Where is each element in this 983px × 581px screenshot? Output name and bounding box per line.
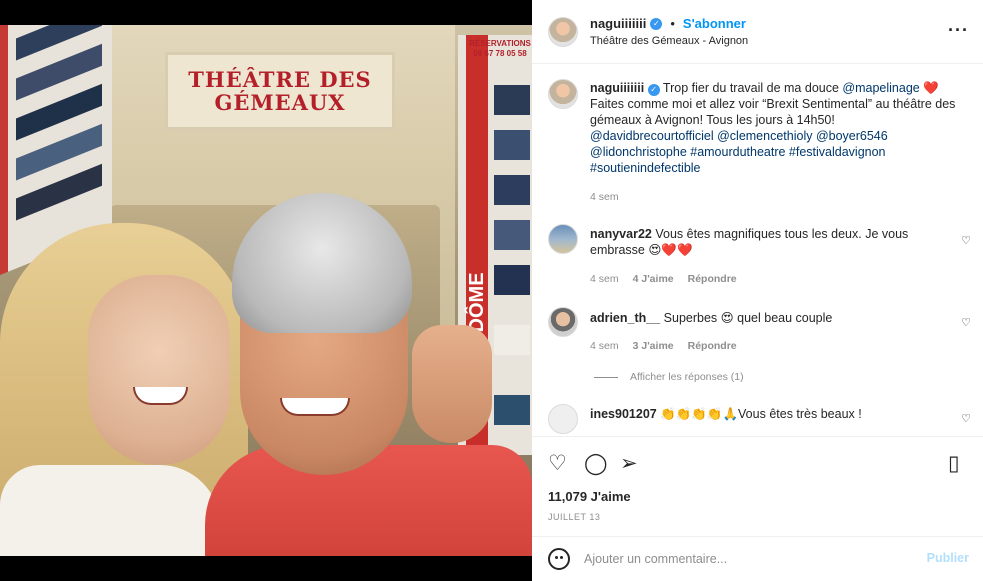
post-side-panel: naguiiiiiii ✓ • S'abonner Théâtre des Gé… — [532, 0, 983, 581]
resa-phone: 09 67 78 05 58 — [473, 49, 527, 59]
comment-meta: 4 sem 3 J'aime Répondre — [590, 340, 737, 352]
author-line: naguiiiiiii ✓ • S'abonner — [590, 16, 746, 31]
theatre-sign: THÉÂTRE DES GÉMEAUX — [165, 52, 395, 130]
emoji-icon[interactable] — [548, 548, 570, 570]
poster — [494, 395, 530, 425]
comment-username[interactable]: adrien_th__ — [590, 311, 660, 325]
like-heart-icon[interactable]: ♡ — [548, 451, 567, 476]
caption-time: 4 sem — [590, 191, 619, 203]
verified-badge-icon: ✓ — [650, 17, 663, 30]
caption-avatar[interactable] — [548, 79, 578, 109]
location-link[interactable]: Théâtre des Gémeaux - Avignon — [590, 35, 748, 47]
like-comment-heart-icon[interactable]: ♡ — [961, 412, 971, 425]
reply-button[interactable]: Répondre — [688, 340, 737, 352]
poster — [494, 175, 530, 205]
caption-tags[interactable]: @davidbrecourtofficiel @clemencethioly @… — [590, 129, 888, 175]
post-actions: ♡ ◯ ➢ ▯ 11,079 J'aime JUILLET 13 — [532, 436, 983, 536]
like-comment-heart-icon[interactable]: ♡ — [961, 316, 971, 329]
comment-input[interactable] — [584, 549, 904, 569]
woman-face — [88, 275, 230, 465]
caption-text: naguiiiiiii ✓ Trop fier du travail de ma… — [590, 80, 960, 176]
comment-username[interactable]: ines901207 — [590, 407, 657, 421]
post-photo[interactable]: THÉÂTRE DESGÉMEAUX LE DU DÔME RÉSERVATIO… — [0, 25, 532, 556]
woman-top — [0, 465, 220, 556]
comment-icon[interactable]: ◯ — [584, 451, 608, 476]
sign-line-2: GÉMEAUX — [214, 90, 346, 115]
caption-text-before: Trop fier du travail de ma douce — [662, 81, 843, 95]
comment-time: 4 sem — [590, 273, 619, 285]
comment-avatar[interactable] — [548, 307, 578, 337]
verified-badge-icon: ✓ — [647, 84, 660, 96]
caption-mention[interactable]: @mapelinage — [842, 81, 919, 95]
follow-button[interactable]: S'abonner — [683, 16, 746, 31]
comment-avatar[interactable] — [548, 404, 578, 434]
replies-line — [594, 376, 618, 378]
add-comment-bar: Publier — [532, 536, 983, 581]
poster — [494, 325, 530, 355]
thumbs-up-hand — [412, 325, 492, 443]
sign-line-1: THÉÂTRE DES — [188, 66, 372, 92]
heart-emoji-icon: ❤️ — [923, 81, 939, 95]
caption-meta: 4 sem — [590, 191, 619, 203]
comment-body: 👏👏👏👏🙏Vous êtes très beaux ! — [660, 407, 862, 421]
poster — [494, 85, 530, 115]
reply-button[interactable]: Répondre — [688, 273, 737, 285]
post-date[interactable]: JUILLET 13 — [548, 512, 600, 522]
separator-dot: • — [670, 16, 675, 31]
author-avatar[interactable] — [548, 17, 578, 47]
comments-list[interactable]: naguiiiiiii ✓ Trop fier du travail de ma… — [532, 64, 983, 436]
like-comment-heart-icon[interactable]: ♡ — [961, 234, 971, 247]
share-icon[interactable]: ➢ — [620, 451, 638, 476]
comment-likes[interactable]: 3 J'aime — [633, 340, 674, 352]
comment-avatar[interactable] — [548, 224, 578, 254]
man-smile — [280, 398, 350, 416]
view-replies-button[interactable]: Afficher les réponses (1) — [594, 371, 744, 383]
author-username[interactable]: naguiiiiiii — [590, 16, 646, 31]
poster — [494, 220, 530, 250]
view-replies-label[interactable]: Afficher les réponses (1) — [630, 371, 744, 383]
comment-text: adrien_th__ Superbes 😍 quel beau couple — [590, 310, 960, 326]
woman-smile — [133, 387, 188, 405]
caption-main: Faites comme moi et allez voir “Brexit S… — [590, 97, 956, 127]
poster — [494, 265, 530, 295]
resa-label: RÉSERVATIONS — [469, 39, 531, 48]
post-comment-button[interactable]: Publier — [927, 551, 969, 565]
comment-text: nanyvar22 Vous êtes magnifiques tous les… — [590, 226, 930, 258]
more-options-icon[interactable]: ··· — [948, 20, 969, 41]
comment-username[interactable]: nanyvar22 — [590, 227, 652, 241]
poster — [494, 130, 530, 160]
caption-username[interactable]: naguiiiiiii — [590, 81, 644, 95]
comment-time: 4 sem — [590, 340, 619, 352]
reservation-banner: RÉSERVATIONS 09 67 78 05 58 — [468, 39, 532, 60]
comment-text: ines901207 👏👏👏👏🙏Vous êtes très beaux ! — [590, 406, 960, 422]
post-modal: THÉÂTRE DESGÉMEAUX LE DU DÔME RÉSERVATIO… — [0, 0, 983, 581]
likes-count[interactable]: 11,079 J'aime — [548, 489, 631, 504]
comment-body: Superbes 😍 quel beau couple — [663, 311, 833, 325]
save-bookmark-icon[interactable]: ▯ — [948, 451, 960, 476]
post-header: naguiiiiiii ✓ • S'abonner Théâtre des Gé… — [532, 0, 983, 64]
comment-meta: 4 sem 4 J'aime Répondre — [590, 273, 737, 285]
comment-likes[interactable]: 4 J'aime — [633, 273, 674, 285]
